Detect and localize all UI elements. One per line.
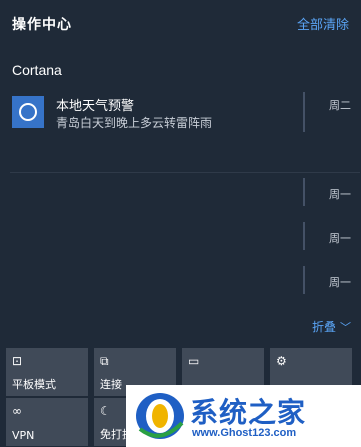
tablet-mode-icon: ⊡	[12, 354, 23, 368]
action-center-header: 操作中心 全部清除	[0, 0, 361, 48]
list-item-divider	[303, 178, 305, 206]
app-group-label: Cortana	[12, 62, 62, 78]
page-title: 操作中心	[12, 17, 72, 33]
clear-all-link[interactable]: 全部清除	[297, 14, 349, 33]
note-icon: ▭	[188, 354, 200, 368]
quick-action-label: 平板模式	[12, 378, 56, 391]
moon-icon: ☾	[100, 404, 111, 418]
list-item[interactable]: 周一	[0, 178, 361, 208]
notification-body: 青岛白天到晚上多云转雷阵雨	[56, 116, 213, 130]
separator	[10, 172, 360, 173]
notification-day: 周二	[329, 99, 351, 112]
chevron-down-icon: ﹀	[340, 321, 351, 334]
list-item-divider	[303, 222, 305, 250]
notification-title: 本地天气预警	[56, 99, 135, 114]
watermark-text: 系统之家	[190, 396, 307, 429]
collapse-label: 折叠	[311, 320, 336, 334]
list-item[interactable]: 周一	[0, 266, 361, 296]
list-item[interactable]: 周一	[0, 222, 361, 252]
list-item-day: 周一	[329, 276, 351, 289]
list-item-divider	[303, 266, 305, 294]
vpn-icon: ∞	[12, 404, 22, 418]
connect-icon: ⧉	[100, 354, 109, 368]
list-item-day: 周一	[329, 188, 351, 201]
quick-action-label: VPN	[12, 429, 35, 442]
settings-icon: ⚙	[276, 354, 287, 368]
watermark-logo-icon	[136, 393, 184, 439]
list-item-day: 周一	[329, 232, 351, 245]
site-watermark: 系统之家 www.Ghost123.com	[126, 385, 361, 447]
collapse-button[interactable]: 折叠 ﹀	[312, 318, 351, 335]
quick-action-tablet-mode[interactable]: ⊡ 平板模式	[6, 348, 88, 396]
quick-action-vpn[interactable]: ∞ VPN	[6, 398, 88, 446]
watermark-url: www.Ghost123.com	[192, 427, 297, 439]
cortana-ring-icon	[12, 96, 44, 128]
notification-divider	[303, 92, 305, 132]
quick-action-label: 连接	[100, 378, 122, 391]
notification-item[interactable]: 本地天气预警 青岛白天到晚上多云转雷阵雨 周二	[0, 88, 361, 136]
